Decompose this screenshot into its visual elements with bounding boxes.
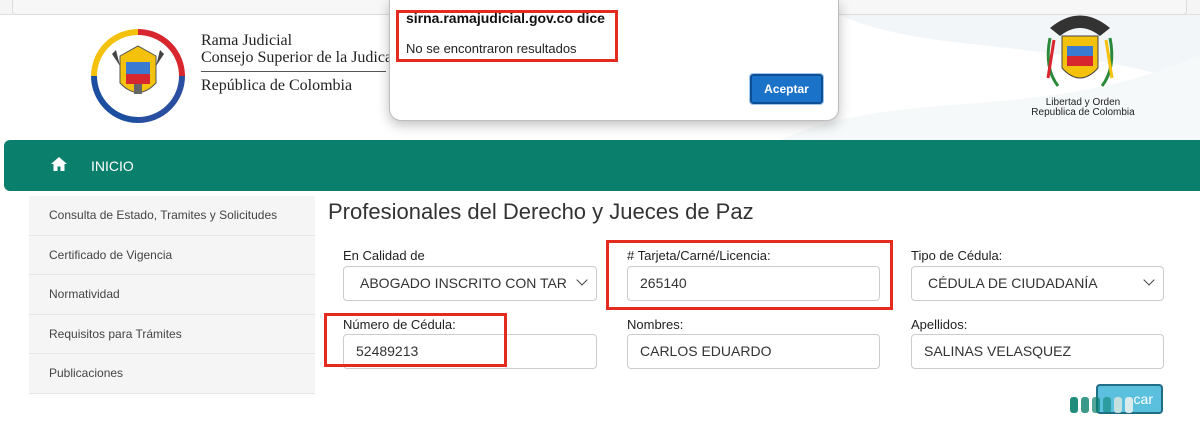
apellidos-label: Apellidos: xyxy=(911,317,968,332)
sidebar-item-consulta[interactable]: Consulta de Estado, Tramites y Solicitud… xyxy=(29,196,315,236)
nombres-label: Nombres: xyxy=(627,317,684,332)
chevron-down-icon xyxy=(576,274,588,286)
calidad-select-value: ABOGADO INSCRITO CON TAR xyxy=(360,275,567,291)
brand-line2: Consejo Superior de la Judicatura xyxy=(201,49,417,66)
apellidos-input[interactable]: SALINAS VELASQUEZ xyxy=(911,334,1164,369)
coat-of-arms-caption: Libertad y Orden Republica de Colombia xyxy=(1030,98,1136,118)
calidad-select[interactable]: ABOGADO INSCRITO CON TAR xyxy=(343,266,597,301)
tipo-cedula-select[interactable]: CÉDULA DE CIUDADANÍA xyxy=(911,266,1164,301)
sidebar-item-certificado[interactable]: Certificado de Vigencia xyxy=(29,235,315,275)
brand-divider xyxy=(201,71,386,72)
colombia-coat-of-arms xyxy=(1046,15,1114,87)
chevron-down-icon xyxy=(1143,274,1155,286)
header-background-swirl xyxy=(780,15,1200,140)
loading-spinner-icon xyxy=(1068,397,1138,413)
tarjeta-highlight-box xyxy=(606,240,893,310)
brand-text: Rama Judicial Consejo Superior de la Jud… xyxy=(201,33,417,94)
main-navbar: INICIO xyxy=(4,140,1200,191)
sidebar-item-requisitos[interactable]: Requisitos para Trámites xyxy=(29,314,315,354)
numero-cedula-highlight-box xyxy=(324,313,507,367)
sidebar-item-publicaciones[interactable]: Publicaciones xyxy=(29,354,315,394)
brand-line3: República de Colombia xyxy=(201,77,353,94)
aceptar-button[interactable]: Aceptar xyxy=(749,73,824,105)
sidebar-item-normatividad[interactable]: Normatividad xyxy=(29,275,315,315)
tipo-cedula-select-value: CÉDULA DE CIUDADANÍA xyxy=(928,275,1098,291)
nombres-input[interactable]: CARLOS EDUARDO xyxy=(627,334,880,369)
page-title: Profesionales del Derecho y Jueces de Pa… xyxy=(328,199,754,224)
dialog-highlight-box xyxy=(396,10,618,62)
rama-judicial-logo xyxy=(91,29,185,123)
alert-dialog: sirna.ramajudicial.gov.co dice No se enc… xyxy=(389,0,839,121)
tipo-cedula-label: Tipo de Cédula: xyxy=(911,248,1003,263)
home-icon[interactable] xyxy=(51,157,67,171)
nav-inicio-link[interactable]: INICIO xyxy=(91,158,134,174)
brand-line1: Rama Judicial xyxy=(201,32,293,49)
calidad-label: En Calidad de xyxy=(343,248,425,263)
caption-line2: Republica de Colombia xyxy=(1031,107,1135,118)
sidebar-menu: Consulta de Estado, Tramites y Solicitud… xyxy=(29,196,315,394)
